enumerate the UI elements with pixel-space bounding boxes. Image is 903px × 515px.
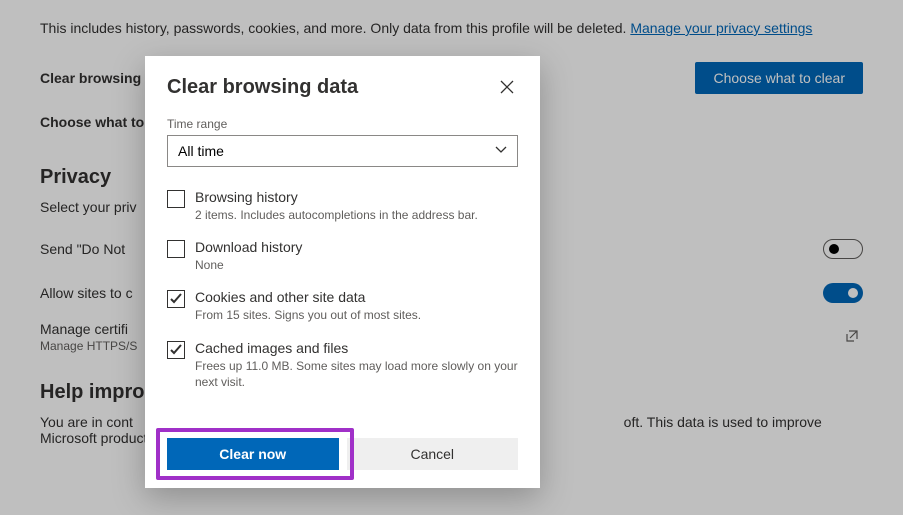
external-link-icon [841,329,863,346]
chevron-right-icon [851,113,863,131]
checkbox[interactable] [167,240,185,258]
option-download-history[interactable]: Download history None [167,233,528,283]
cancel-button[interactable]: Cancel [347,438,519,470]
option-title: Browsing history [195,189,478,205]
checkbox[interactable] [167,290,185,308]
clear-now-button[interactable]: Clear now [167,438,339,470]
option-cached[interactable]: Cached images and files Frees up 11.0 MB… [167,334,528,400]
intro-static: This includes history, passwords, cookie… [40,20,630,36]
option-desc: 2 items. Includes autocompletions in the… [195,207,478,223]
allow-sites-label: Allow sites to c [40,285,133,301]
improve-prefix: You are in cont [40,414,133,430]
dnt-toggle[interactable] [823,239,863,259]
close-button[interactable] [496,76,518,101]
certificates-sub: Manage HTTPS/S [40,339,137,353]
clear-browsing-label: Clear browsing [40,70,141,86]
option-title: Cached images and files [195,340,522,356]
choose-close-label: Choose what to [40,114,144,130]
chevron-down-icon [495,143,507,159]
allow-sites-toggle[interactable] [823,283,863,303]
option-browsing-history[interactable]: Browsing history 2 items. Includes autoc… [167,183,528,233]
time-range-select[interactable]: All time [167,135,518,167]
checkbox[interactable] [167,341,185,359]
dnt-label: Send "Do Not [40,241,125,257]
option-desc: Frees up 11.0 MB. Some sites may load mo… [195,358,522,390]
option-desc: None [195,257,302,273]
option-cookies[interactable]: Cookies and other site data From 15 site… [167,283,528,333]
checkbox[interactable] [167,190,185,208]
option-desc: From 15 sites. Signs you out of most sit… [195,307,421,323]
option-title: Cookies and other site data [195,289,421,305]
intro-text: This includes history, passwords, cookie… [40,20,863,36]
choose-what-to-clear-button[interactable]: Choose what to clear [695,62,863,94]
certificates-label: Manage certifi [40,321,137,337]
dialog-title: Clear browsing data [167,76,358,99]
options-list: Browsing history 2 items. Includes autoc… [145,177,536,426]
time-range-value: All time [178,143,224,159]
time-range-label: Time range [145,105,540,135]
dialog-buttons: Clear now Cancel [145,426,540,470]
manage-privacy-link[interactable]: Manage your privacy settings [630,20,812,36]
dialog-header: Clear browsing data [145,76,540,105]
close-icon [500,82,514,97]
option-title: Download history [195,239,302,255]
clear-browsing-dialog: Clear browsing data Time range All time … [145,56,540,488]
